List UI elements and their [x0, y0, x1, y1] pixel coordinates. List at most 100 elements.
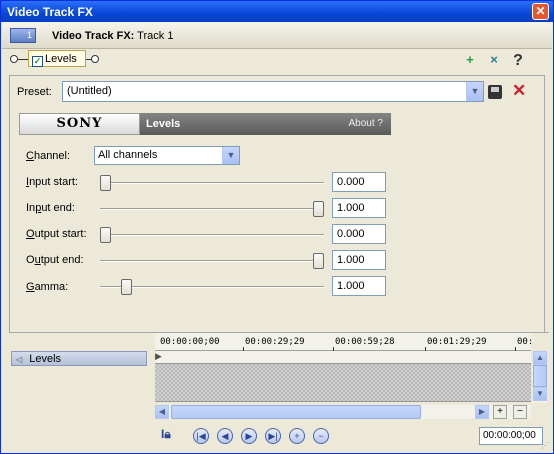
time-ruler[interactable]: 00:00:00;00 00:00:29;29 00:00:59;28 00:0… — [155, 333, 531, 351]
ruler-tick-label: 00:00:29;29 — [245, 337, 305, 347]
first-keyframe-icon[interactable]: |◀ — [193, 428, 209, 444]
chevron-down-icon[interactable]: ▼ — [466, 82, 483, 101]
channel-label-text: hannel: — [33, 150, 71, 162]
title-bar[interactable]: Video Track FX ✕ — [1, 1, 553, 22]
close-button[interactable]: ✕ — [532, 3, 549, 20]
input-end-slider[interactable] — [100, 201, 324, 217]
save-preset-icon[interactable] — [488, 85, 502, 99]
input-end-label: Input end: — [26, 202, 75, 214]
slider-thumb[interactable] — [313, 253, 324, 269]
scroll-down-icon[interactable]: ▼ — [533, 387, 547, 401]
keyframe-nav-bar: I🔒︎ |◀ ◀ ▶ ▶| + − 00:00:00;00 — [155, 425, 547, 447]
gamma-accel: G — [26, 281, 35, 293]
timeline-track-levels[interactable]: ◁ Levels — [11, 351, 147, 366]
track-number-badge: 1 — [10, 28, 36, 43]
channel-value: All channels — [98, 149, 158, 161]
chain-end-connector-icon — [91, 55, 99, 63]
slider-thumb[interactable] — [121, 279, 133, 295]
plugin-panel: Preset: (Untitled) ▼ ✕ SONY Levels About… — [9, 75, 545, 335]
input-start-label: Input start: — [26, 176, 78, 188]
gamma-field[interactable]: 1.000 — [332, 276, 386, 296]
cursor-strip[interactable]: ▶ — [155, 351, 531, 363]
output-start-field[interactable]: 0.000 — [332, 224, 386, 244]
delete-keyframe-icon[interactable]: − — [313, 428, 329, 444]
add-keyframe-icon[interactable]: + — [289, 428, 305, 444]
slider-thumb[interactable] — [100, 175, 111, 191]
timeline-area: 00:00:00;00 00:00:29;29 00:00:59;28 00:0… — [155, 333, 547, 451]
slider-thumb[interactable] — [313, 201, 324, 217]
input-start-slider[interactable] — [100, 175, 324, 191]
ruler-tick-label: 00:00:59;28 — [335, 337, 395, 347]
channel-label-accel: C — [26, 150, 34, 162]
ruler-tick-label: 00:01:5 — [517, 337, 531, 347]
delete-preset-icon[interactable]: ✕ — [512, 81, 526, 101]
input-start-field[interactable]: 0.000 — [332, 172, 386, 192]
plugin-enable-checkbox[interactable]: ✓ — [32, 56, 43, 67]
plugin-levels-button[interactable]: ✓ Levels — [28, 50, 86, 67]
chain-title: Video Track FX: Track 1 — [52, 30, 173, 42]
last-keyframe-icon[interactable]: ▶| — [265, 428, 281, 444]
scroll-up-icon[interactable]: ▲ — [533, 351, 547, 365]
horizontal-scroll-thumb[interactable] — [171, 405, 421, 419]
remove-plugin-icon[interactable]: × — [486, 52, 502, 68]
output-start-accel: O — [26, 228, 35, 240]
channel-dropdown[interactable]: All channels ▼ — [94, 146, 240, 165]
input-start-label-text: nput start: — [29, 176, 78, 188]
timecode-field[interactable]: 00:00:00;00 — [479, 427, 543, 445]
video-track-fx-window: Video Track FX ✕ 1 Video Track FX: Track… — [0, 0, 554, 454]
preset-value: (Untitled) — [67, 85, 112, 97]
horizontal-scrollbar[interactable]: ◀ ▶ — [155, 405, 531, 419]
zoom-in-icon[interactable]: + — [493, 405, 507, 419]
chain-title-track: Track 1 — [134, 30, 174, 42]
output-start-label-text: utput start: — [34, 228, 87, 240]
vertical-scroll-thumb[interactable] — [533, 365, 547, 387]
gamma-label: Gamma: — [26, 281, 68, 293]
scroll-left-icon[interactable]: ◀ — [155, 405, 169, 419]
plugin-header: SONY Levels About ? — [19, 113, 391, 135]
help-icon[interactable]: ? — [510, 52, 526, 69]
plugin-name: Levels — [45, 53, 77, 65]
timeline-track-list: ◁ Levels — [9, 333, 154, 451]
chain-start-connector-icon — [10, 55, 18, 63]
gamma-slider[interactable] — [100, 279, 324, 295]
keyframe-lane[interactable] — [155, 363, 531, 402]
next-keyframe-icon[interactable]: ▶ — [241, 428, 257, 444]
plugin-title-text: Levels — [146, 118, 181, 130]
lock-to-envelope-icon[interactable]: I🔒︎ — [161, 427, 177, 444]
zoom-out-icon[interactable]: − — [513, 405, 527, 419]
gamma-label-text: amma: — [34, 281, 69, 293]
input-end-label-text: ut end: — [41, 202, 75, 214]
slider-thumb[interactable] — [100, 227, 111, 243]
output-start-slider[interactable] — [100, 227, 324, 243]
channel-label: Channel: — [26, 150, 70, 162]
ruler-tick-label: 00:01:29;29 — [427, 337, 487, 347]
chevron-down-icon[interactable]: ▼ — [222, 147, 239, 164]
window-title: Video Track FX — [7, 5, 93, 19]
keyframe-timeline: ◁ Levels 00:00:00;00 00:00:29;29 00:00:5… — [9, 332, 549, 450]
vertical-scrollbar[interactable]: ▲ ▼ — [533, 351, 547, 403]
fx-chain-bar: 1 Video Track FX: Track 1 — [2, 22, 552, 49]
previous-keyframe-icon[interactable]: ◀ — [217, 428, 233, 444]
chain-line — [18, 59, 28, 60]
chain-title-label: Video Track FX: — [52, 30, 135, 42]
playhead-icon[interactable]: ▶ — [155, 351, 162, 362]
preset-label: Preset: — [17, 86, 52, 98]
plugin-chain-add-icon[interactable]: + — [462, 52, 478, 68]
timeline-track-label: Levels — [29, 353, 62, 365]
sony-logo: SONY — [19, 113, 140, 135]
resize-grip-icon[interactable]: ⋰ — [541, 441, 553, 453]
plugin-title: Levels About ? — [140, 113, 391, 135]
output-end-label-pre: O — [26, 254, 35, 266]
output-end-label-text: tput end: — [40, 254, 84, 266]
output-end-field[interactable]: 1.000 — [332, 250, 386, 270]
ruler-tick-label: 00:00:00;00 — [160, 337, 220, 347]
input-end-label-pre: In — [26, 202, 36, 214]
about-button[interactable]: About ? — [349, 118, 383, 129]
output-end-slider[interactable] — [100, 253, 324, 269]
input-end-field[interactable]: 1.000 — [332, 198, 386, 218]
collapse-arrow-icon[interactable]: ◁ — [16, 355, 22, 364]
output-end-label: Output end: — [26, 254, 84, 266]
plugin-chain-row: ✓ Levels + × ? — [2, 49, 552, 71]
preset-dropdown[interactable]: (Untitled) ▼ — [62, 81, 484, 102]
scroll-right-icon[interactable]: ▶ — [475, 405, 489, 419]
